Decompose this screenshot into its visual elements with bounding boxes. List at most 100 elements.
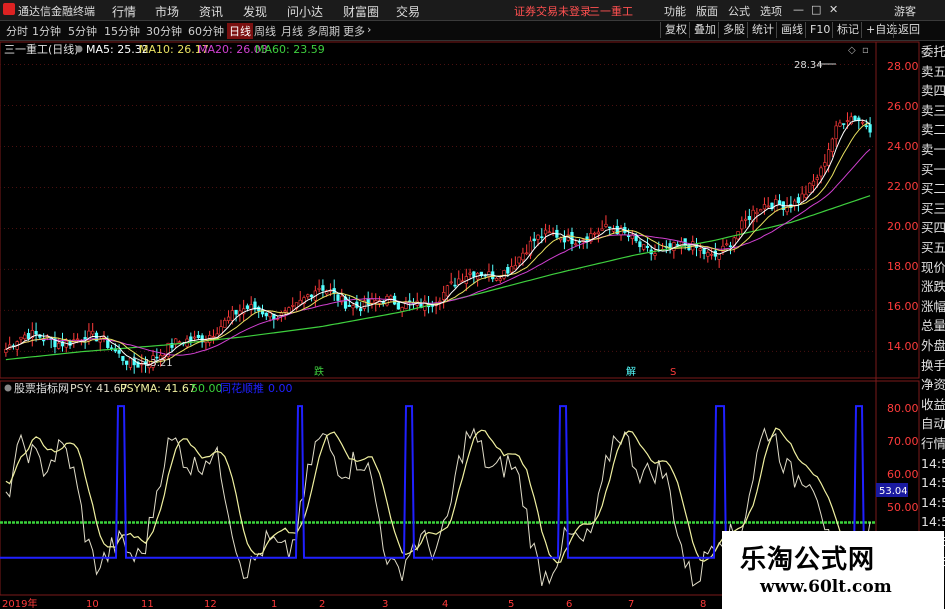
- chevron-right-icon[interactable]: ›: [367, 23, 371, 36]
- menu-hangqing[interactable]: 行情: [112, 3, 136, 20]
- candle-body: [445, 285, 450, 297]
- right-tab-10[interactable]: 买五: [921, 238, 945, 258]
- grid-lines: [0, 63, 876, 352]
- right-tab-0[interactable]: 委托: [921, 42, 945, 62]
- indicator-axis-labels: 80.00 70.00 60.00 50.00: [887, 402, 919, 514]
- candle-body: [645, 245, 650, 248]
- y-tick-28: 28.00: [887, 60, 919, 73]
- menu-gongshi[interactable]: 公式: [728, 3, 750, 19]
- right-tab-6[interactable]: 买一: [921, 160, 945, 180]
- right-tab-13[interactable]: 涨幅: [921, 297, 945, 317]
- candle-body: [804, 193, 808, 198]
- menu-banmian[interactable]: 版面: [696, 3, 718, 19]
- candle-body: [642, 244, 646, 250]
- period-1min[interactable]: 1分钟: [32, 23, 61, 39]
- x-tick-7: 7: [628, 599, 634, 609]
- window-toggle-icon[interactable]: ▫: [862, 45, 869, 56]
- right-tab-20[interactable]: 行情: [921, 434, 945, 454]
- settings-dot-icon[interactable]: [75, 45, 83, 53]
- menu-faxian[interactable]: 发现: [243, 3, 267, 20]
- x-tick-2: 2: [319, 599, 325, 609]
- period-monthly[interactable]: 月线: [281, 23, 303, 39]
- candle-body: [759, 209, 763, 212]
- right-tab-9[interactable]: 买四: [921, 218, 945, 238]
- right-tab-7[interactable]: 买二: [921, 179, 945, 199]
- diamond-icon[interactable]: ◇: [848, 45, 856, 56]
- menu-jiaoyi[interactable]: 交易: [396, 3, 420, 20]
- menu-shichang[interactable]: 市场: [155, 3, 179, 20]
- low-label: 13.21: [144, 358, 173, 369]
- candle-body: [728, 245, 733, 248]
- right-tab-14[interactable]: 总量: [921, 316, 945, 336]
- right-tab-24[interactable]: 14:50: [921, 512, 945, 532]
- period-weekly[interactable]: 周线: [254, 23, 276, 39]
- period-fenshi[interactable]: 分时: [6, 23, 28, 39]
- period-5min[interactable]: 5分钟: [68, 23, 97, 39]
- candle-body: [64, 340, 68, 348]
- candle-body: [860, 121, 865, 124]
- candle-body: [109, 347, 114, 350]
- right-tab-3[interactable]: 卖三: [921, 101, 945, 121]
- back-button[interactable]: 返回: [893, 22, 924, 38]
- candle-body: [592, 232, 597, 235]
- candle-body: [211, 336, 216, 338]
- right-tab-22[interactable]: 14:50: [921, 473, 945, 493]
- right-tab-1[interactable]: 卖五: [921, 62, 945, 82]
- right-tab-23[interactable]: 14:50: [921, 493, 945, 513]
- fuquan-button[interactable]: 复权: [660, 22, 691, 38]
- menu-zixun[interactable]: 资讯: [199, 3, 223, 20]
- biaoji-button[interactable]: 标记: [832, 22, 863, 38]
- close-icon[interactable]: ✕: [829, 3, 838, 16]
- duogu-button[interactable]: 多股: [718, 22, 749, 38]
- period-more[interactable]: 更多: [343, 23, 365, 39]
- candle-body: [521, 252, 525, 261]
- main-chart-frame: [0, 41, 920, 379]
- candle-body: [525, 252, 529, 255]
- period-60min[interactable]: 60分钟: [188, 23, 224, 39]
- right-tab-18[interactable]: 收益: [921, 395, 945, 415]
- candle-body: [370, 298, 374, 304]
- right-tab-12[interactable]: 涨跌: [921, 277, 945, 297]
- menu-wenxiaoda[interactable]: 问小达: [287, 3, 323, 20]
- minimize-icon[interactable]: —: [793, 3, 804, 16]
- candle-body: [653, 253, 657, 256]
- stock-name-title: 三一重工: [589, 5, 633, 18]
- candle-body: [596, 231, 601, 235]
- right-tab-8[interactable]: 买三: [921, 199, 945, 219]
- indicator-settings-icon[interactable]: [4, 384, 12, 392]
- f10-button[interactable]: F10: [805, 22, 834, 38]
- right-tab-2[interactable]: 卖四: [921, 81, 945, 101]
- candle-body: [442, 292, 446, 300]
- right-tab-4[interactable]: 卖二: [921, 120, 945, 140]
- ind-tick-50: 50.00: [887, 501, 919, 514]
- diejia-button[interactable]: 叠加: [689, 22, 720, 38]
- huaxian-button[interactable]: 画线: [776, 22, 807, 38]
- candle-body: [513, 265, 517, 270]
- menu-xuanxiang[interactable]: 选项: [760, 3, 782, 19]
- menu-caifuquan[interactable]: 财富圈: [343, 3, 379, 20]
- tongji-button[interactable]: 统计: [747, 22, 778, 38]
- candle-body: [706, 252, 710, 257]
- candle-body: [57, 342, 61, 349]
- right-tab-21[interactable]: 14:50: [921, 454, 945, 474]
- right-tab-11[interactable]: 现价: [921, 258, 945, 278]
- candle-body: [223, 319, 227, 328]
- period-15min[interactable]: 15分钟: [104, 23, 140, 39]
- right-tab-5[interactable]: 卖一: [921, 140, 945, 160]
- menu-gongneng[interactable]: 功能: [664, 3, 686, 19]
- maximize-icon[interactable]: □: [811, 3, 821, 16]
- candle-body: [98, 339, 102, 343]
- guest-label[interactable]: 游客: [894, 3, 916, 19]
- period-daily[interactable]: 日线: [227, 23, 253, 39]
- right-tab-16[interactable]: 换手: [921, 356, 945, 376]
- candle-body: [574, 243, 578, 246]
- login-status[interactable]: 证券交易未登录: [514, 3, 591, 19]
- period-30min[interactable]: 30分钟: [146, 23, 182, 39]
- kline-chart[interactable]: 三一重工(日线) MA5: 25.32 MA10: 26.17 MA20: 26…: [0, 41, 945, 609]
- candle-body: [389, 295, 393, 300]
- right-tab-15[interactable]: 外盘: [921, 336, 945, 356]
- candle-body: [800, 193, 804, 203]
- right-tab-19[interactable]: 自动: [921, 414, 945, 434]
- period-multi[interactable]: 多周期: [307, 23, 340, 39]
- right-tab-17[interactable]: 净资: [921, 375, 945, 395]
